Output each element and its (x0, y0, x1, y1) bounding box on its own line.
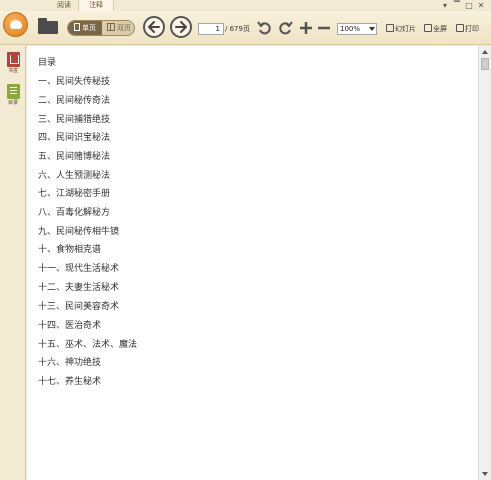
arrow-right-icon (175, 21, 187, 33)
document-page: 目录 一、民间失传秘技 二、民间秘传奇法 三、民间捕猎绝技 四、民间识宝秘法 五… (27, 46, 478, 480)
single-page-icon (74, 23, 80, 31)
vertical-scrollbar[interactable] (478, 46, 491, 480)
toc-item: 九、民间秘传相牛镜 (38, 227, 120, 237)
slideshow-button[interactable]: 幻灯片 (386, 24, 416, 34)
page-number-input[interactable]: 1 (198, 23, 224, 35)
toc-item: 五、民间赌博秘法 (38, 152, 111, 162)
toc-icon (6, 84, 20, 99)
scroll-down-icon[interactable] (482, 472, 488, 476)
open-folder-icon[interactable] (38, 18, 58, 34)
arrow-left-icon (148, 21, 160, 33)
close-button[interactable]: ✕ (476, 1, 486, 10)
zoom-in-icon[interactable] (298, 20, 314, 36)
zoom-select[interactable]: 100% (337, 23, 377, 35)
toc-item: 十四、医治奇术 (38, 321, 102, 331)
toc-item: 十、食物相克谱 (38, 245, 102, 255)
tab-strip: 阅读 注释 ▾ ▔ □ ✕ (0, 0, 491, 11)
toc-item: 十七、养生秘术 (38, 377, 102, 387)
bookmark-icon (6, 52, 20, 67)
maximize-button[interactable]: □ (464, 1, 474, 10)
single-page-button[interactable]: 单页 (68, 21, 102, 35)
toc-item: 八、百毒化解秘方 (38, 208, 111, 218)
toc-item: 十二、夫妻生活秘术 (38, 283, 120, 293)
fullscreen-button[interactable]: 全屏 (424, 24, 447, 34)
toc-item: 四、民间识宝秘法 (38, 133, 111, 143)
toc-item: 六、人生预测秘法 (38, 171, 111, 181)
next-page-button[interactable] (170, 16, 192, 38)
previous-page-button[interactable] (143, 16, 165, 38)
sidebar-item-toc[interactable]: 目录 (3, 84, 23, 106)
minimize-button[interactable]: ▔ (452, 1, 462, 10)
rotate-left-icon[interactable] (257, 20, 273, 36)
toolbar: 单页 双页 1 / 679页 100% 幻灯片 全屏 打印 (0, 11, 491, 45)
tab-annotate[interactable]: 注释 (78, 0, 114, 11)
rotate-right-icon[interactable] (277, 20, 293, 36)
toc-item: 十五、巫术、法术、魔法 (38, 340, 138, 350)
toc-item: 十一、现代生活秘术 (38, 264, 120, 274)
slideshow-icon (386, 24, 394, 32)
print-button[interactable]: 打印 (456, 24, 479, 34)
toc-item: 十三、民间美容奇术 (38, 302, 120, 312)
app-logo-icon[interactable] (3, 12, 28, 37)
menu-dropdown-icon[interactable]: ▾ (440, 1, 450, 10)
scroll-up-icon[interactable] (482, 50, 488, 54)
toc-title: 目录 (38, 58, 57, 68)
toc-item: 十六、神功绝技 (38, 358, 102, 368)
double-page-icon (107, 23, 115, 31)
page-total: / 679页 (225, 25, 250, 33)
sidebar-item-bookmarks[interactable]: 书签 (3, 52, 23, 74)
double-page-button[interactable]: 双页 (103, 21, 134, 35)
view-mode-toggle: 单页 双页 (67, 20, 135, 36)
sidebar: 书签 目录 (0, 46, 26, 480)
toc-item: 一、民间失传秘技 (38, 77, 111, 87)
zoom-out-icon[interactable] (316, 20, 332, 36)
toc-item: 七、江湖秘密手册 (38, 189, 111, 199)
scroll-thumb[interactable] (481, 58, 489, 70)
chevron-down-icon (369, 27, 375, 31)
print-icon (456, 24, 464, 32)
toc-item: 三、民间捕猎绝技 (38, 115, 111, 125)
toc-item: 二、民间秘传奇法 (38, 96, 111, 106)
fullscreen-icon (424, 24, 432, 32)
